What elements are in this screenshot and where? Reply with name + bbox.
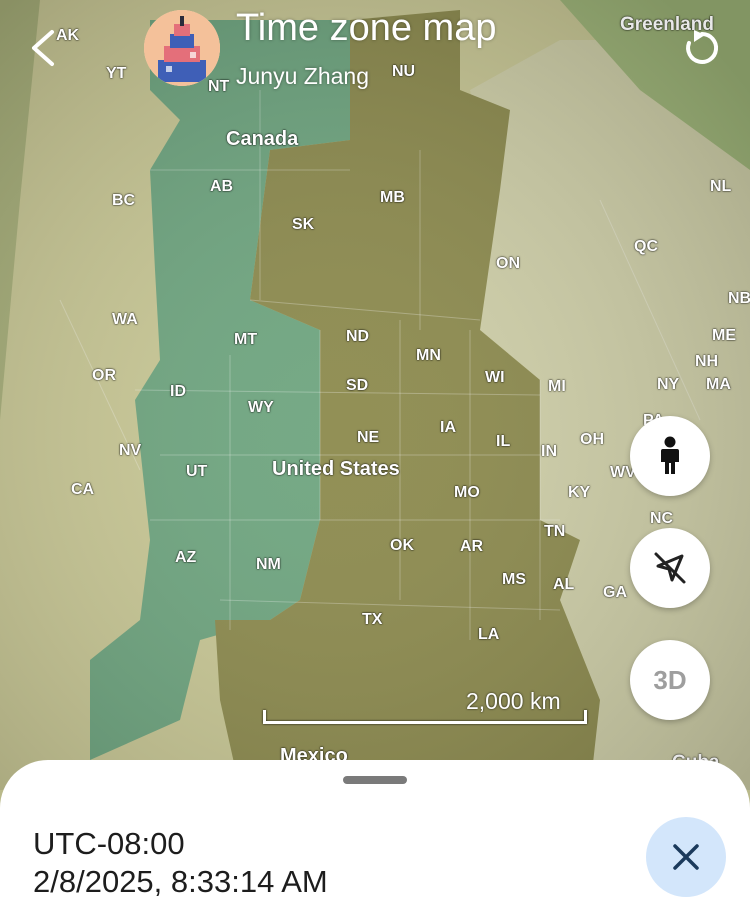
region-label-mn: MN bbox=[416, 347, 441, 364]
region-label-nu: NU bbox=[392, 63, 416, 80]
country-label-united-states: United States bbox=[272, 458, 400, 480]
region-label-ga: GA bbox=[603, 584, 627, 601]
region-label-on: ON bbox=[496, 255, 520, 272]
region-label-sd: SD bbox=[346, 377, 369, 394]
region-label-or: OR bbox=[92, 367, 116, 384]
region-label-wi: WI bbox=[485, 369, 505, 386]
region-label-id: ID bbox=[170, 383, 186, 400]
region-label-ar: AR bbox=[460, 538, 484, 555]
region-label-nh: NH bbox=[695, 353, 719, 370]
region-label-bc: BC bbox=[112, 192, 136, 209]
region-label-ky: KY bbox=[568, 484, 591, 501]
avatar-illustration bbox=[144, 10, 220, 86]
region-label-ok: OK bbox=[390, 537, 414, 554]
drag-handle[interactable] bbox=[343, 776, 407, 784]
avatar[interactable] bbox=[144, 10, 220, 86]
back-arrow-icon bbox=[32, 30, 54, 66]
region-label-mi: MI bbox=[548, 378, 566, 395]
page-title: Time zone map bbox=[236, 7, 497, 49]
close-icon bbox=[673, 844, 699, 870]
bottom-sheet[interactable]: UTC-08:00 2/8/2025, 8:33:14 AM bbox=[0, 760, 750, 906]
region-label-me: ME bbox=[712, 327, 736, 344]
region-label-nc: NC bbox=[650, 510, 674, 527]
scale-bar bbox=[263, 710, 587, 724]
region-label-ms: MS bbox=[502, 571, 526, 588]
region-label-wy: WY bbox=[248, 399, 274, 416]
region-label-qc: QC bbox=[634, 238, 658, 255]
pegman-icon bbox=[661, 436, 679, 474]
region-label-ab: AB bbox=[210, 178, 234, 195]
region-label-nt: NT bbox=[208, 78, 230, 95]
compass-button[interactable] bbox=[630, 528, 710, 608]
region-label-nm: NM bbox=[256, 556, 281, 573]
region-label-az: AZ bbox=[175, 549, 197, 566]
reset-rotation-icon bbox=[686, 30, 719, 64]
local-time: 2/8/2025, 8:33:14 AM bbox=[33, 864, 328, 899]
country-label-canada: Canada bbox=[226, 128, 299, 150]
region-label-il: IL bbox=[496, 433, 511, 450]
region-label-ma: MA bbox=[706, 376, 731, 393]
utc-offset: UTC-08:00 bbox=[33, 826, 185, 861]
region-label-yt: YT bbox=[106, 65, 127, 82]
street-view-button[interactable] bbox=[630, 416, 710, 496]
region-label-nv: NV bbox=[119, 442, 142, 459]
region-label-mt: MT bbox=[234, 331, 258, 348]
close-button[interactable] bbox=[646, 817, 726, 897]
region-label-ca: CA bbox=[71, 481, 95, 498]
region-label-ne: NE bbox=[357, 429, 380, 446]
region-label-ia: IA bbox=[440, 419, 456, 436]
region-label-mb: MB bbox=[380, 189, 405, 206]
region-label-mo: MO bbox=[454, 484, 480, 501]
region-label-sk: SK bbox=[292, 216, 315, 233]
region-label-nl: NL bbox=[710, 178, 732, 195]
region-label-tn: TN bbox=[544, 523, 566, 540]
back-button[interactable] bbox=[24, 24, 64, 72]
reset-rotation-button[interactable] bbox=[680, 26, 724, 70]
region-label-wa: WA bbox=[112, 311, 138, 328]
region-label-nb: NB bbox=[728, 290, 750, 307]
region-label-la: LA bbox=[478, 626, 500, 643]
3d-label: 3D bbox=[653, 664, 687, 695]
compass-off-icon bbox=[654, 552, 686, 584]
region-label-ny: NY bbox=[657, 376, 680, 393]
3d-toggle-button[interactable]: 3D bbox=[630, 640, 710, 720]
region-label-in: IN bbox=[541, 443, 557, 460]
region-label-ut: UT bbox=[186, 463, 208, 480]
region-label-oh: OH bbox=[580, 431, 604, 448]
region-label-al: AL bbox=[553, 576, 575, 593]
region-label-tx: TX bbox=[362, 611, 383, 628]
region-label-nd: ND bbox=[346, 328, 370, 345]
author-name: Junyu Zhang bbox=[236, 63, 369, 89]
